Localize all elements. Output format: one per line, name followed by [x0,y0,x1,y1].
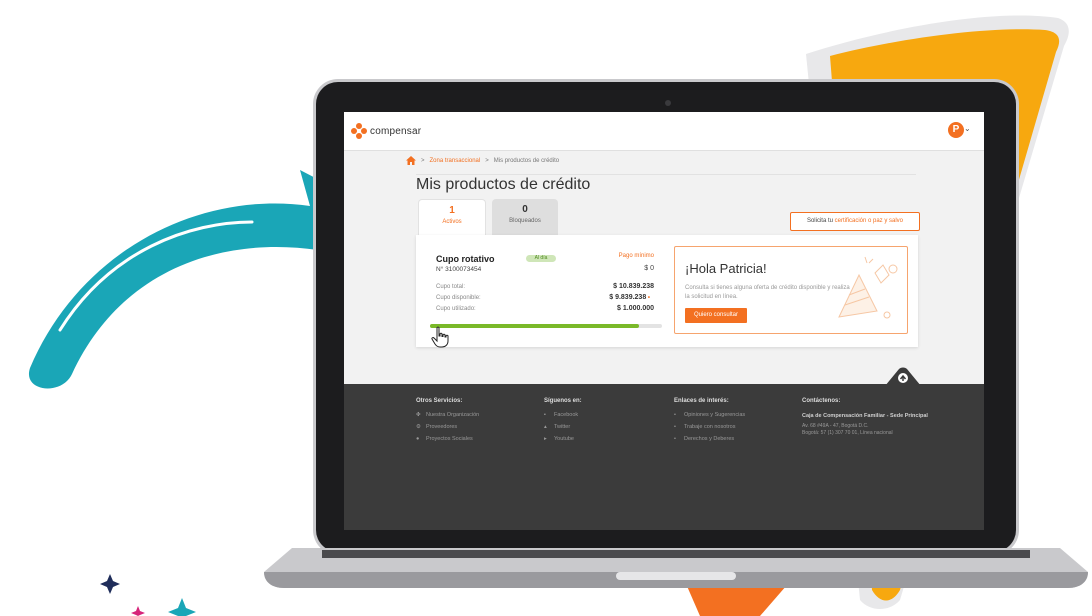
contact-address: Av. 68 #49A - 47, Bogotá D.C. [802,423,869,429]
gear-icon: ⚙ [416,424,421,430]
promo-greeting: ¡Hola Patricia! [685,261,767,276]
certificate-button-highlight: certificación o paz y salvo [834,218,904,224]
laptop-base [264,548,1088,588]
tab-count: 1 [449,205,455,216]
footer-link[interactable]: ▪ Facebook [544,412,672,418]
credit-offer-promo: ¡Hola Patricia! Consulta si tienes algun… [674,246,908,334]
min-payment-label: Pago mínimo [618,253,654,259]
breadcrumb-item-current: Mis productos de crédito [493,157,560,164]
footer-heading: Contáctenos: [802,398,841,404]
tab-activos[interactable]: 1 Activos [418,199,486,236]
brand-logo[interactable]: compensar [350,122,421,140]
handshake-icon: ✤ [416,412,421,418]
tab-count: 0 [522,204,528,215]
breadcrumb-separator: > [421,157,425,164]
decor-sparkle-magenta [131,606,145,616]
laptop-camera [665,100,671,106]
contact-phone[interactable]: Bogotá: 57 (1) 307 70 01, Línea nacional [802,430,934,437]
breadcrumb-divider [416,174,916,175]
footer-link[interactable]: • Trabaje con nosotros [674,424,802,430]
product-number: N° 3100073454 [436,266,482,273]
footer-link-label: Facebook [554,412,579,418]
decor-arrow-dot [265,249,271,255]
available-quota-amount: $ 9.839.238 [609,294,647,301]
total-quota-value: $ 10.839.238 [613,283,654,290]
footer-link-label: Derechos y Deberes [684,436,735,442]
certificate-request-button[interactable]: Solicita tu certificación o paz y salvo [790,212,920,231]
tab-label: Activos [442,219,462,225]
footer-link[interactable]: ⚙ Proveedores [416,424,544,430]
status-badge: Al día [526,255,556,262]
footer-heading: Síguenos en: [544,398,582,404]
product-title: Cupo rotativo [436,254,495,264]
breadcrumb-separator: > [485,157,489,164]
footer-heading: Otros Servicios: [416,398,463,404]
footer-link[interactable]: • Derechos y Deberes [674,436,802,442]
footer-link[interactable]: ▴ Twitter [544,424,672,430]
footer-link-label: Proyectos Sociales [426,436,473,442]
footer-link-label: Trabaje con nosotros [684,424,736,430]
footer-column-contact: Contáctenos: Caja de Compensación Famili… [802,398,934,437]
hand-pointer-cursor-icon [431,326,449,348]
footer-link[interactable]: • Opiniones y Sugerencias [674,412,802,418]
footer-link[interactable]: ✤ Nuestra Organización [416,412,544,418]
footer-link-label: Nuestra Organización [426,412,480,418]
bullet-icon: • [674,412,676,418]
footer-heading: Enlaces de interés: [674,398,729,404]
footer-column-links: Enlaces de interés: • Opiniones y Sugeren… [674,398,802,448]
footer-column-services: Otros Servicios: ✤ Nuestra Organización ⚙… [416,398,544,448]
bullet-icon: • [674,436,676,442]
page-title: Mis productos de crédito [416,176,591,193]
info-dot-icon: • [646,295,650,301]
min-payment-value: $ 0 [644,265,654,272]
footer-link[interactable]: ▸ Youtube [544,436,672,442]
compensar-logo-icon [351,123,367,139]
total-quota-label: Cupo total: [436,284,466,290]
breadcrumb: > Zona transaccional > Mis productos de … [406,156,559,165]
contact-organization: Caja de Compensación Familiar - Sede Pri… [802,413,928,419]
bullet-icon: • [674,424,676,430]
tab-label: Bloqueados [509,218,541,224]
user-avatar[interactable]: P [948,122,964,138]
usage-progress-fill [430,324,639,328]
consult-button[interactable]: Quiero consultar [685,308,747,323]
available-quota-value: $ 9.839.238 • [576,294,650,301]
available-quota-label: Cupo disponible: [436,295,481,301]
chevron-down-icon[interactable]: ⌄ [964,124,971,133]
laptop-screen: compensar P ⌄ > Zona transaccional > Mis… [344,112,984,530]
site-footer: Otros Servicios: ✤ Nuestra Organización ⚙… [344,384,984,530]
facebook-icon: ▪ [544,412,546,418]
twitter-icon: ▴ [544,424,547,430]
people-icon: ● [416,436,420,442]
used-quota-label: Cupo utilizado: [436,306,476,312]
footer-link-label: Youtube [554,436,574,442]
footer-link[interactable]: ● Proyectos Sociales [416,436,544,442]
decor-sparkle-navy [100,574,120,594]
used-quota-value: $ 1.000.000 [617,305,654,312]
usage-progress-bar [430,324,662,328]
breadcrumb-item-zona[interactable]: Zona transaccional [430,158,481,164]
footer-link-label: Proveedores [426,424,458,430]
footer-link-label: Opiniones y Sugerencias [684,412,746,418]
brand-name: compensar [370,125,422,137]
certificate-button-prefix: Solicita tu [806,218,833,224]
youtube-icon: ▸ [544,436,547,442]
app-header: compensar P ⌄ [344,112,984,151]
home-icon[interactable] [406,156,416,165]
decor-sparkle-teal [168,598,196,616]
tab-bloqueados[interactable]: 0 Bloqueados [492,199,558,235]
party-hat-illustration-icon [838,256,898,319]
footer-link-label: Twitter [554,424,571,430]
scroll-top-button[interactable] [885,366,921,386]
footer-column-social: Síguenos en: ▪ Facebook ▴ Twitter ▸ Youtube [544,398,672,448]
